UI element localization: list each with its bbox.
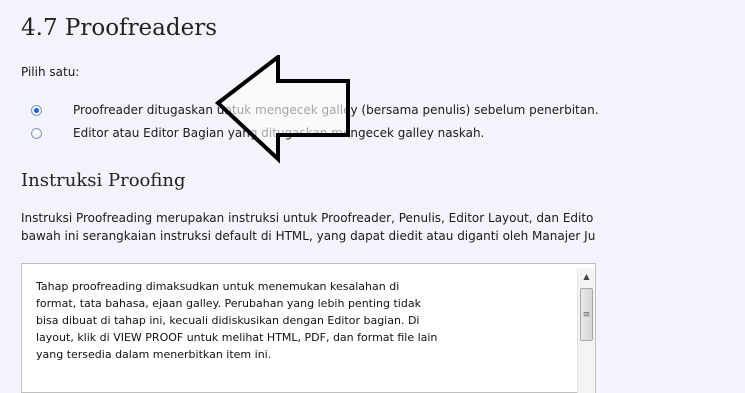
choose-label: Pilih satu: bbox=[21, 65, 80, 79]
instructions-description-line1: Instruksi Proofreading merupakan instruk… bbox=[21, 211, 594, 225]
textarea-content: Tahap proofreading dimaksudkan untuk men… bbox=[36, 280, 438, 361]
proofing-instructions-textarea[interactable]: Tahap proofreading dimaksudkan untuk men… bbox=[21, 263, 596, 393]
textarea-scrollbar[interactable]: ▲ ≡ bbox=[577, 268, 595, 393]
instructions-title: Instruksi Proofing bbox=[21, 170, 186, 191]
radio-button-proofreader[interactable] bbox=[31, 104, 42, 116]
scroll-thumb[interactable]: ≡ bbox=[580, 288, 593, 341]
left-arrow-icon bbox=[214, 55, 350, 164]
instructions-description: Instruksi Proofreading merupakan instruk… bbox=[21, 209, 595, 245]
radio-button-editor[interactable] bbox=[31, 127, 42, 139]
instructions-description-line2: bawah ini serangkaian instruksi default … bbox=[21, 229, 596, 243]
scroll-up-icon[interactable]: ▲ bbox=[578, 268, 595, 285]
section-title: 4.7 Proofreaders bbox=[21, 15, 218, 41]
